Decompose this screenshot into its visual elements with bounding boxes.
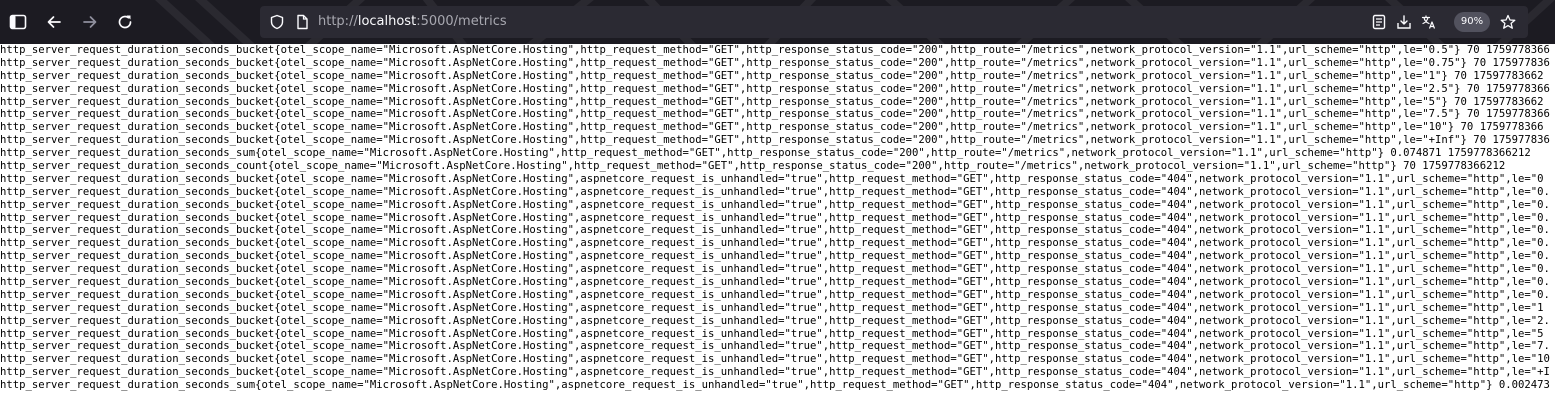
metric-line: http_server_request_duration_seconds_buc… [0,82,1550,95]
bookmark-star-icon[interactable] [1499,13,1517,31]
metric-line: http_server_request_duration_seconds_buc… [0,185,1550,198]
url-scheme: http:// [318,14,358,29]
metric-line: http_server_request_duration_seconds_buc… [0,211,1550,224]
browser-toolbar: http://localhost:5000/metrics 90% [0,0,1555,44]
metric-line: http_server_request_duration_seconds_buc… [0,353,1550,366]
metrics-text-output: http_server_request_duration_seconds_buc… [0,44,1555,410]
metric-line: http_server_request_duration_seconds_buc… [0,121,1544,134]
metric-line: http_server_request_duration_seconds_buc… [0,250,1550,263]
metric-line: http_server_request_duration_seconds_buc… [0,301,1544,314]
back-arrow-icon [45,13,63,31]
address-bar[interactable]: http://localhost:5000/metrics 90% [260,6,1528,38]
metric-line: http_server_request_duration_seconds_buc… [0,340,1550,353]
translate-icon[interactable] [1420,13,1438,31]
metric-line: http_server_request_duration_seconds_buc… [0,108,1550,121]
metric-line: http_server_request_duration_seconds_buc… [0,69,1544,82]
metric-line: http_server_request_duration_seconds_buc… [0,56,1550,69]
url-text[interactable]: http://localhost:5000/metrics [318,14,507,30]
forward-arrow-icon [81,13,99,31]
metric-line: http_server_request_duration_seconds_buc… [0,44,1550,56]
sidebar-toggle-button[interactable] [4,8,32,36]
metric-line: http_server_request_duration_seconds_buc… [0,237,1550,250]
metric-line: http_server_request_duration_seconds_buc… [0,288,1550,301]
metric-line: http_server_request_duration_seconds_cou… [0,160,1506,173]
metric-line: http_server_request_duration_seconds_buc… [0,198,1550,211]
reload-icon [116,13,134,31]
metric-line: http_server_request_duration_seconds_buc… [0,172,1544,185]
metric-line: http_server_request_duration_seconds_sum… [0,379,1550,392]
sidebar-toggle-icon [9,13,27,31]
metric-line: http_server_request_duration_seconds_buc… [0,314,1550,327]
metric-line: http_server_request_duration_seconds_buc… [0,327,1544,340]
url-host: localhost [357,14,417,29]
metric-line: http_server_request_duration_seconds_buc… [0,276,1550,289]
reader-view-icon[interactable] [1370,13,1388,31]
metric-line: http_server_request_duration_seconds_buc… [0,366,1550,379]
page-info-icon[interactable] [293,13,311,31]
metric-line: http_server_request_duration_seconds_buc… [0,134,1550,147]
metric-line: http_server_request_duration_seconds_buc… [0,263,1550,276]
tracking-protection-shield-icon[interactable] [268,13,286,31]
metric-line: http_server_request_duration_seconds_sum… [0,147,1531,160]
url-path: :5000/metrics [416,14,507,29]
reload-button[interactable] [111,8,139,36]
zoom-level-badge[interactable]: 90% [1454,12,1490,32]
metric-line: http_server_request_duration_seconds_buc… [0,224,1550,237]
save-to-pocket-icon[interactable] [1395,13,1413,31]
metric-line: http_server_request_duration_seconds_buc… [0,95,1544,108]
forward-button[interactable] [76,8,104,36]
back-button[interactable] [40,8,68,36]
